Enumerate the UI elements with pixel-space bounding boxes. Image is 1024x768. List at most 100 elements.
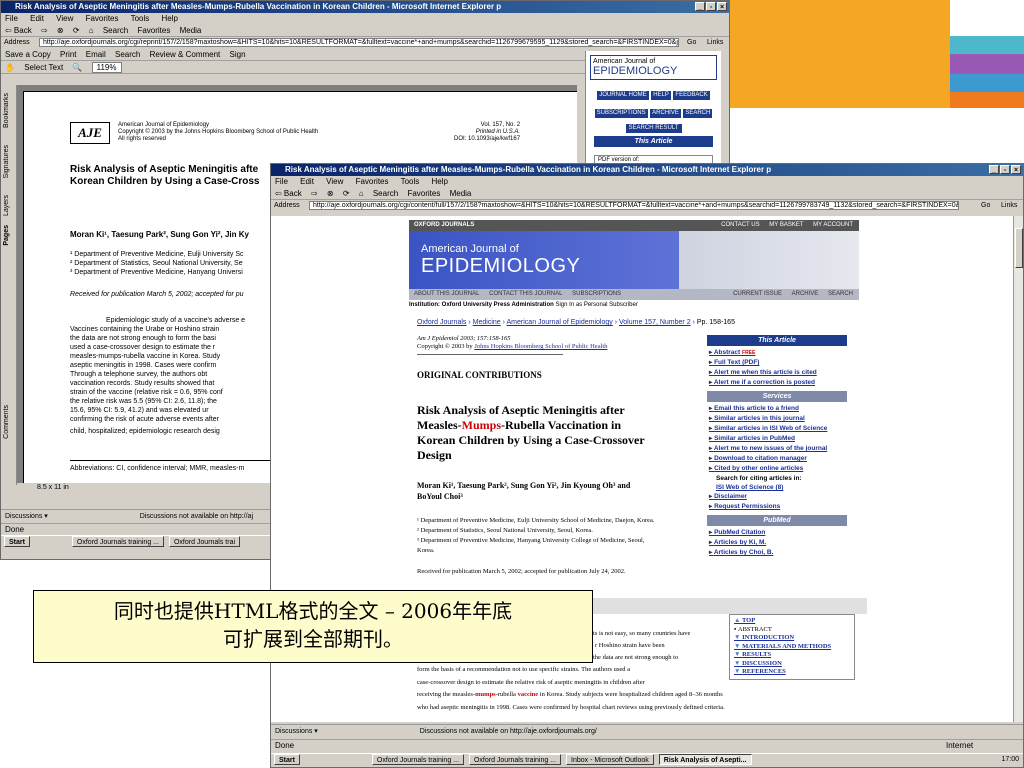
tab-signatures[interactable]: Signatures	[3, 145, 10, 178]
maximize-icon[interactable]: ▫	[1000, 165, 1010, 174]
pubmed-citation-link[interactable]: PubMed Citation	[709, 528, 845, 538]
media-button[interactable]: Media	[450, 189, 472, 198]
tab-layers[interactable]: Layers	[3, 195, 10, 216]
oxford-journals-logo[interactable]: OXFORD JOURNALS	[414, 222, 474, 228]
discussions-button[interactable]: Discussions ▾	[275, 728, 318, 735]
nav-current-issue[interactable]: CURRENT ISSUE	[733, 291, 782, 297]
sidebar-help[interactable]: HELP	[651, 91, 671, 100]
sign-button[interactable]: Sign	[230, 50, 246, 59]
zoom-icon[interactable]: 🔍	[72, 63, 82, 72]
menu-file[interactable]: File	[275, 177, 288, 186]
close-icon[interactable]: ×	[1011, 165, 1021, 174]
go-button[interactable]: Go	[687, 37, 696, 48]
start-button[interactable]: Start	[4, 536, 30, 547]
favorites-button[interactable]: Favorites	[137, 26, 170, 35]
tab-comments[interactable]: Comments	[3, 405, 10, 439]
email-friend-link[interactable]: Email this article to a friend	[709, 404, 845, 414]
contact-us-link[interactable]: CONTACT US	[721, 222, 759, 228]
breadcrumb-journal[interactable]: American Journal of Epidemiology	[507, 319, 613, 326]
my-account-link[interactable]: MY ACCOUNT	[813, 222, 853, 228]
forward-button[interactable]: ⇨	[41, 26, 48, 35]
alert-correction-link[interactable]: Alert me if a correction is posted	[709, 378, 845, 388]
wos-link[interactable]: ISI Web of Science (8)	[709, 483, 845, 492]
sidebar-subscriptions[interactable]: SUBSCRIPTIONS	[594, 109, 648, 118]
select-text-button[interactable]: Select Text	[24, 63, 63, 72]
abstract-link[interactable]: Abstract FREE	[709, 348, 845, 358]
articles-by-choi-link[interactable]: Articles by Choi, B.	[709, 548, 845, 558]
pdf-search-button[interactable]: Search	[115, 50, 140, 59]
toc-methods[interactable]: ▼ MATERIALS AND METHODS	[734, 643, 850, 652]
menu-help[interactable]: Help	[162, 14, 178, 23]
disclaimer-link[interactable]: Disclaimer	[709, 492, 845, 502]
taskbar-item-outlook[interactable]: Inbox - Microsoft Outlook	[566, 754, 654, 765]
menu-edit[interactable]: Edit	[300, 177, 314, 186]
menu-favorites[interactable]: Favorites	[356, 177, 389, 186]
alert-new-issues-link[interactable]: Alert me to new issues of the journal	[709, 444, 845, 454]
favorites-button[interactable]: Favorites	[407, 189, 440, 198]
request-permissions-link[interactable]: Request Permissions	[709, 502, 845, 512]
menu-favorites[interactable]: Favorites	[86, 14, 119, 23]
go-button[interactable]: Go	[981, 200, 990, 211]
articles-by-ki-link[interactable]: Articles by Ki, M.	[709, 538, 845, 548]
discussions-button[interactable]: Discussions ▾	[5, 513, 48, 520]
toc-references[interactable]: ▼ REFERENCES	[734, 668, 850, 677]
stop-button[interactable]: ⊗	[327, 189, 334, 198]
tab-pages[interactable]: Pages	[3, 225, 10, 246]
back-button[interactable]: ⇦ Back	[275, 189, 302, 198]
forward-button[interactable]: ⇨	[311, 189, 318, 198]
menu-view[interactable]: View	[326, 177, 343, 186]
taskbar-item[interactable]: Oxford Journals trai	[168, 536, 241, 547]
toc-discussion[interactable]: ▼ DISCUSSION	[734, 660, 850, 669]
save-copy-button[interactable]: Save a Copy	[5, 50, 51, 59]
print-button[interactable]: Print	[60, 50, 76, 59]
breadcrumb-medicine[interactable]: Medicine	[473, 319, 501, 326]
full-text-pdf-link[interactable]: Full Text (PDF)	[709, 358, 845, 368]
menu-edit[interactable]: Edit	[30, 14, 44, 23]
address-input[interactable]: http://aje.oxfordjournals.org/cgi/conten…	[309, 201, 959, 210]
stop-button[interactable]: ⊗	[57, 26, 64, 35]
back-button[interactable]: ⇦ Back	[5, 26, 32, 35]
search-button[interactable]: Search	[373, 189, 398, 198]
similar-pubmed-link[interactable]: Similar articles in PubMed	[709, 434, 845, 444]
start-button[interactable]: Start	[274, 754, 300, 765]
breadcrumb-oxford[interactable]: Oxford Journals	[417, 319, 466, 326]
sidebar-search-result[interactable]: SEARCH RESULT	[625, 124, 682, 133]
toc-introduction[interactable]: ▼ INTRODUCTION	[734, 634, 850, 643]
sidebar-feedback[interactable]: FEEDBACK	[673, 91, 710, 100]
taskbar-item-active[interactable]: Risk Analysis of Asepti...	[658, 754, 752, 765]
search-button[interactable]: Search	[103, 26, 128, 35]
links-button[interactable]: Links	[1001, 200, 1017, 211]
front-scrollbar[interactable]	[1013, 216, 1023, 722]
similar-isi-link[interactable]: Similar articles in ISI Web of Science	[709, 424, 845, 434]
email-button[interactable]: Email	[86, 50, 106, 59]
taskbar-item[interactable]: Oxford Journals training ...	[71, 536, 164, 547]
tab-bookmarks[interactable]: Bookmarks	[3, 93, 10, 128]
nav-archive[interactable]: ARCHIVE	[792, 291, 819, 297]
taskbar-item[interactable]: Oxford Journals training ...	[468, 754, 562, 765]
scrollbar-thumb[interactable]	[1015, 228, 1023, 268]
taskbar-item[interactable]: Oxford Journals training ...	[371, 754, 464, 765]
toc-top[interactable]: ▲ TOP	[734, 617, 850, 626]
sidebar-journal-home[interactable]: JOURNAL HOME	[597, 91, 649, 100]
menu-help[interactable]: Help	[432, 177, 448, 186]
home-button[interactable]: ⌂	[89, 26, 94, 35]
alert-cited-link[interactable]: Alert me when this article is cited	[709, 368, 845, 378]
refresh-button[interactable]: ⟳	[343, 189, 350, 198]
cited-by-link[interactable]: Cited by other online articles	[709, 464, 845, 474]
menu-file[interactable]: File	[5, 14, 18, 23]
breadcrumb-volume[interactable]: Volume 157, Number 2	[619, 319, 691, 326]
minimize-icon[interactable]: _	[695, 2, 705, 11]
review-comment-button[interactable]: Review & Comment	[150, 50, 221, 59]
hand-tool-icon[interactable]: ✋	[5, 63, 15, 72]
menu-tools[interactable]: Tools	[131, 14, 150, 23]
zoom-level-field[interactable]: 119%	[91, 62, 122, 73]
menu-view[interactable]: View	[56, 14, 73, 23]
nav-about[interactable]: ABOUT THIS JOURNAL	[414, 291, 479, 297]
minimize-icon[interactable]: _	[989, 165, 999, 174]
nav-search[interactable]: SEARCH	[828, 291, 853, 297]
sidebar-search[interactable]: SEARCH	[683, 109, 713, 118]
maximize-icon[interactable]: ▫	[706, 2, 716, 11]
download-citation-link[interactable]: Download to citation manager	[709, 454, 845, 464]
nav-subscriptions[interactable]: SUBSCRIPTIONS	[572, 291, 621, 297]
refresh-button[interactable]: ⟳	[73, 26, 80, 35]
